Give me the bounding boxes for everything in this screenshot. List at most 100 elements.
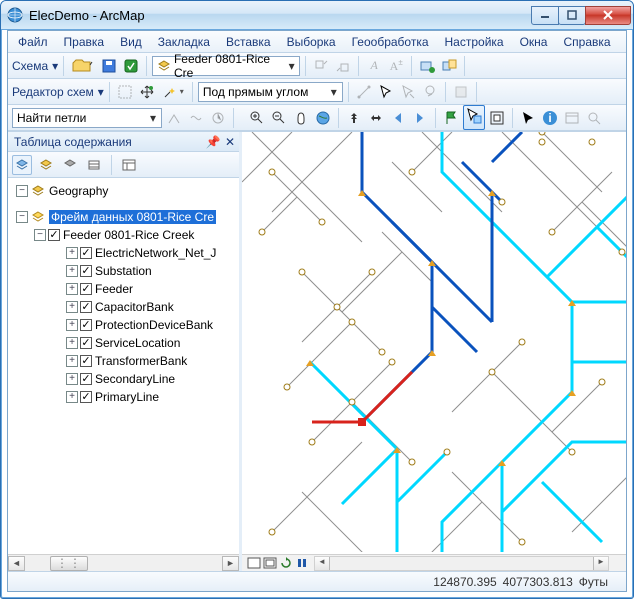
nav-more2[interactable] [584,108,604,128]
tree-layer-group[interactable]: − Feeder 0801-Rice Creek [12,226,239,244]
menu-insert[interactable]: Вставка [218,33,279,51]
nav-more1[interactable] [562,108,582,128]
collapse-icon[interactable]: − [16,185,28,197]
toc-list-by-source[interactable] [36,155,56,175]
tree-layer[interactable]: +Feeder [12,280,239,298]
layer-checkbox[interactable] [80,337,92,349]
tree-layer[interactable]: +Substation [12,262,239,280]
ed-b3[interactable] [398,82,418,102]
select-pointer-button[interactable] [518,108,538,128]
ed-cursor[interactable] [376,82,396,102]
menu-edit[interactable]: Правка [56,33,113,51]
editor-sparkle-tool[interactable]: ▾ [159,82,187,102]
expand-icon[interactable]: + [66,373,78,385]
tree-layer[interactable]: +ProtectionDeviceBank [12,316,239,334]
menu-geoprocessing[interactable]: Геообработка [344,33,437,51]
scroll-left-button[interactable]: ◄ [315,557,330,570]
tree-layer[interactable]: +ElectricNetwork_Net_J [12,244,239,262]
tree-frame[interactable]: − Фрейм данных 0801-Rice Cre [12,208,239,226]
expand-icon[interactable]: + [66,319,78,331]
scroll-right-button[interactable]: ► [593,557,608,570]
layer-checkbox[interactable] [80,391,92,403]
map-canvas[interactable] [242,132,626,554]
fl-b1[interactable] [164,108,184,128]
clear-selection-button[interactable] [487,108,507,128]
tool-label-a2[interactable]: A± [386,56,406,76]
editor-move-tool[interactable] [137,82,157,102]
prev-extent-button[interactable] [388,108,408,128]
tree-layer[interactable]: +ServiceLocation [12,334,239,352]
refresh-view-button[interactable] [278,556,294,571]
toc-list-by-visibility[interactable] [60,155,80,175]
layer-checkbox[interactable] [80,301,92,313]
collapse-icon[interactable]: − [34,229,46,241]
layer-checkbox[interactable] [80,247,92,259]
layer-checkbox[interactable] [80,283,92,295]
layer-checkbox[interactable] [80,373,92,385]
zoom-in-button[interactable] [247,108,267,128]
close-button[interactable] [585,6,631,25]
scroll-right-button[interactable]: ► [222,556,239,571]
maximize-button[interactable] [558,6,586,25]
flag-button[interactable] [441,108,461,128]
tree-layer[interactable]: +SecondaryLine [12,370,239,388]
expand-icon[interactable]: + [66,247,78,259]
tree-layer[interactable]: +TransformerBank [12,352,239,370]
ed-b1[interactable] [354,82,374,102]
tool-label-a[interactable]: A [364,56,384,76]
toc-close-button[interactable]: ✕ [221,135,239,149]
minimize-button[interactable] [531,6,559,25]
expand-icon[interactable]: + [66,283,78,295]
pin-icon[interactable]: 📌 [205,135,221,149]
map-hscroll[interactable]: ◄ ► [314,556,609,571]
fl-b2[interactable] [186,108,206,128]
data-view-button[interactable] [246,556,262,571]
open-schematic-button[interactable] [69,56,97,76]
tree-layer[interactable]: +PrimaryLine [12,388,239,406]
pause-drawing-button[interactable] [294,556,310,571]
toc-list-by-drawing-order[interactable] [12,155,32,175]
ed-b4[interactable] [420,82,440,102]
expand-icon[interactable]: + [66,265,78,277]
layer-checkbox[interactable] [80,355,92,367]
expand-icon[interactable]: + [66,337,78,349]
tool-generate-button[interactable] [439,56,459,76]
scroll-thumb[interactable]: ⋮⋮ [50,556,88,571]
editor-tool1[interactable] [115,82,135,102]
refresh-schematic-button[interactable] [121,56,141,76]
layer-checkbox[interactable] [80,319,92,331]
full-extent-button[interactable] [313,108,333,128]
menu-help[interactable]: Справка [555,33,618,51]
ed-box[interactable] [451,82,471,102]
fl-b3[interactable] [208,108,228,128]
toc-options[interactable] [119,155,139,175]
zoom-out-button[interactable] [269,108,289,128]
layer-checkbox[interactable] [48,229,60,241]
layer-checkbox[interactable] [80,265,92,277]
expand-icon[interactable]: + [66,301,78,313]
tree-root[interactable]: − Geography [12,182,239,200]
menu-bookmark[interactable]: Закладка [150,33,218,51]
zoom-in-fixed-button[interactable] [344,108,364,128]
expand-icon[interactable]: + [66,355,78,367]
menu-file[interactable]: Файл [10,33,56,51]
save-schematic-button[interactable] [99,56,119,76]
menu-windows[interactable]: Окна [512,33,556,51]
editor-angle-combo[interactable]: Под прямым углом ▾ [198,82,343,102]
next-extent-button[interactable] [410,108,430,128]
toc-scrollbar[interactable]: ◄ ⋮⋮ ► [8,554,239,571]
expand-icon[interactable]: + [66,391,78,403]
menu-view[interactable]: Вид [112,33,150,51]
feeder-combo[interactable]: Feeder 0801-Rice Cre ▾ [152,56,300,76]
zoom-out-fixed-button[interactable] [366,108,386,128]
tool-update-button[interactable] [417,56,437,76]
collapse-icon[interactable]: − [16,211,28,223]
menu-customize[interactable]: Настройка [437,33,512,51]
identify-button[interactable]: i [540,108,560,128]
tool-a1[interactable] [311,56,331,76]
find-loops-combo[interactable]: Найти петли ▾ [12,108,162,128]
menu-selection[interactable]: Выборка [279,33,344,51]
toc-list-by-selection[interactable] [84,155,104,175]
tool-a2[interactable] [333,56,353,76]
scroll-left-button[interactable]: ◄ [8,556,25,571]
